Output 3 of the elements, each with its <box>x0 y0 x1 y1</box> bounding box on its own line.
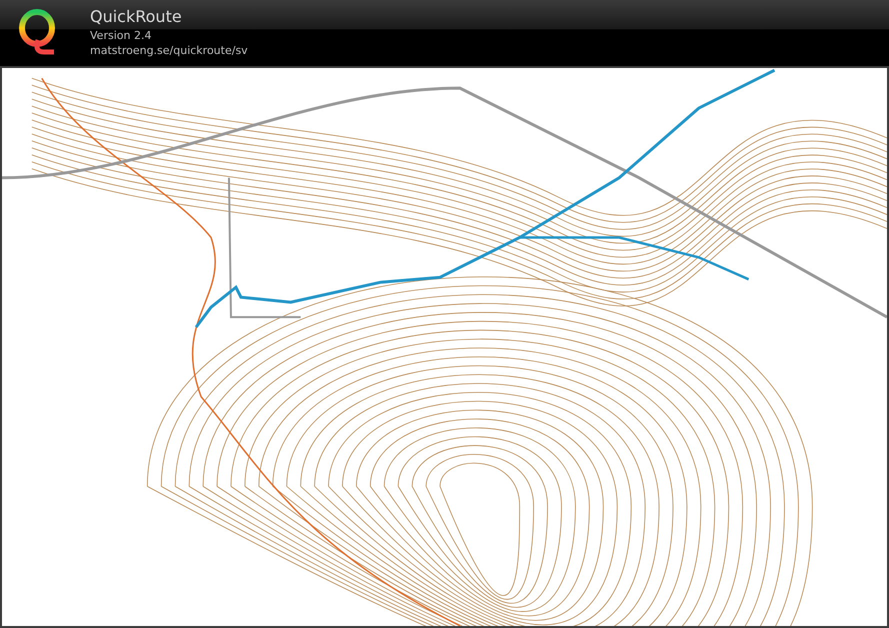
website-link[interactable]: matstroeng.se/quickroute/sv <box>90 43 248 58</box>
app-title: QuickRoute <box>90 6 183 28</box>
version-text: Version 2.4 <box>90 28 152 43</box>
